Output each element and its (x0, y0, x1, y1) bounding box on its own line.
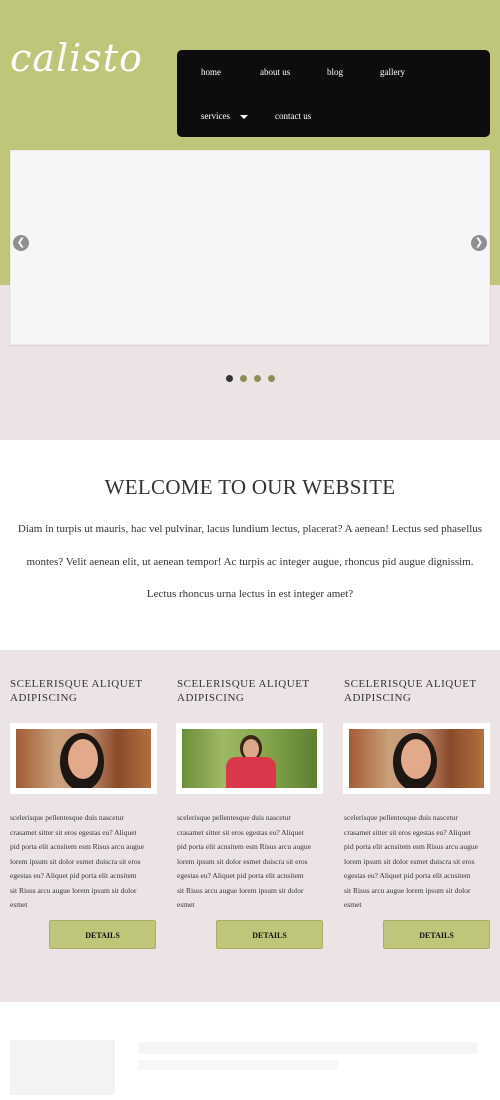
column-text-line: crasamet sitter sit eros egestas eu? Ali… (344, 827, 471, 837)
column-text-line: esmet (177, 900, 195, 909)
nav-blog[interactable]: blog (327, 67, 343, 77)
woman-outdoor-image (182, 729, 317, 788)
column-text-line: scelerisque pellentesque duis nascetur (177, 813, 291, 822)
column-title-line: ADIPISCING (177, 692, 245, 704)
details-button[interactable]: DETAILS (383, 920, 490, 949)
column-text: scelerisque pellentesque duis nascetur c… (344, 811, 492, 913)
column-text-line: scelerisque pellentesque duis nascetur (344, 813, 458, 822)
column-text-line: sit Risus arcu augue lorem ipsum sit dol… (10, 885, 137, 895)
details-button[interactable]: DETAILS (49, 920, 156, 949)
column-text-line: pid porta elit acnsitem esm Risus arcu a… (10, 842, 144, 851)
slider-dot[interactable] (268, 375, 275, 382)
column-text-line: esmet (10, 900, 28, 909)
woman-portrait-image (16, 729, 151, 788)
chevron-down-icon (240, 114, 248, 119)
column-title-line: SCELERISQUE ALIQUET (177, 678, 310, 690)
footer-heading-placeholder (138, 1042, 478, 1054)
column-text-line: crasamet sitter sit eros egestas eu? Ali… (10, 827, 137, 837)
chevron-right-icon: ❯ (474, 237, 484, 248)
welcome-text-line: Lectus rhoncus urna lectus in est intege… (146, 588, 354, 600)
column-title-line: SCELERISQUE ALIQUET (10, 678, 143, 690)
column-text-line: pid porta elit acnsitem esm Risus arcu a… (344, 842, 478, 851)
footer-text-placeholder (138, 1060, 338, 1070)
details-button[interactable]: DETAILS (216, 920, 323, 949)
welcome-text-line: Diam in turpis ut mauris, hac vel pulvin… (17, 523, 483, 535)
nav-services-label: services (201, 111, 230, 121)
nav-home[interactable]: home (201, 67, 221, 77)
column-photo (176, 723, 323, 794)
column-text-line: lorem ipsum sit dolor esmet duiscra sit … (177, 856, 308, 866)
column-photo (343, 723, 490, 794)
column-text-line: lorem ipsum sit dolor esmet duiscra sit … (344, 856, 475, 866)
column-photo (10, 723, 157, 794)
slider-next-button[interactable]: ❯ (471, 235, 487, 251)
nav-gallery[interactable]: gallery (380, 67, 405, 77)
column-text-line: sit Risus arcu augue lorem ipsum sit dol… (177, 885, 304, 895)
main-nav: home about us blog gallery services cont… (177, 50, 490, 137)
column-text: scelerisque pellentesque duis nascetur c… (10, 811, 158, 913)
column-text: scelerisque pellentesque duis nascetur c… (177, 811, 325, 913)
column-text-line: esmet (344, 900, 362, 909)
image-slider (10, 150, 490, 345)
column-text-line: scelerisque pellentesque duis nascetur (10, 813, 124, 822)
column-text-line: crasamet sitter sit eros egestas eu? Ali… (177, 827, 304, 837)
column-text-line: egestas eu? Aliquet pid porta elit acnsi… (10, 871, 137, 880)
column-title: SCELERISQUE ALIQUET ADIPISCING (344, 677, 494, 705)
nav-services[interactable]: services (201, 111, 248, 121)
chevron-left-icon: ❮ (16, 237, 26, 248)
column-title: SCELERISQUE ALIQUET ADIPISCING (10, 677, 160, 705)
column-text-line: egestas eu? Aliquet pid porta elit acnsi… (177, 871, 304, 880)
column-title-line: ADIPISCING (344, 692, 412, 704)
slider-dot[interactable] (226, 375, 233, 382)
welcome-title: WELCOME TO OUR WEBSITE (104, 475, 396, 499)
nav-contact[interactable]: contact us (275, 111, 311, 121)
slider-pagination (226, 375, 275, 382)
column-text-line: egestas eu? Aliquet pid porta elit acnsi… (344, 871, 471, 880)
nav-about[interactable]: about us (260, 67, 290, 77)
footer-image-placeholder (10, 1040, 115, 1095)
welcome-text-line: montes? Velit aenean elit, ut aenean tem… (26, 556, 474, 568)
slider-prev-button[interactable]: ❮ (13, 235, 29, 251)
column-text-line: sit Risus arcu augue lorem ipsum sit dol… (344, 885, 471, 895)
slider-dot[interactable] (254, 375, 261, 382)
site-logo[interactable]: calisto (10, 36, 143, 80)
woman-portrait-image (349, 729, 484, 788)
column-text-line: lorem ipsum sit dolor esmet duiscra sit … (10, 856, 141, 866)
column-title-line: ADIPISCING (10, 692, 78, 704)
column-title: SCELERISQUE ALIQUET ADIPISCING (177, 677, 327, 705)
column-title-line: SCELERISQUE ALIQUET (344, 678, 477, 690)
slider-dot[interactable] (240, 375, 247, 382)
column-text-line: pid porta elit acnsitem esm Risus arcu a… (177, 842, 311, 851)
